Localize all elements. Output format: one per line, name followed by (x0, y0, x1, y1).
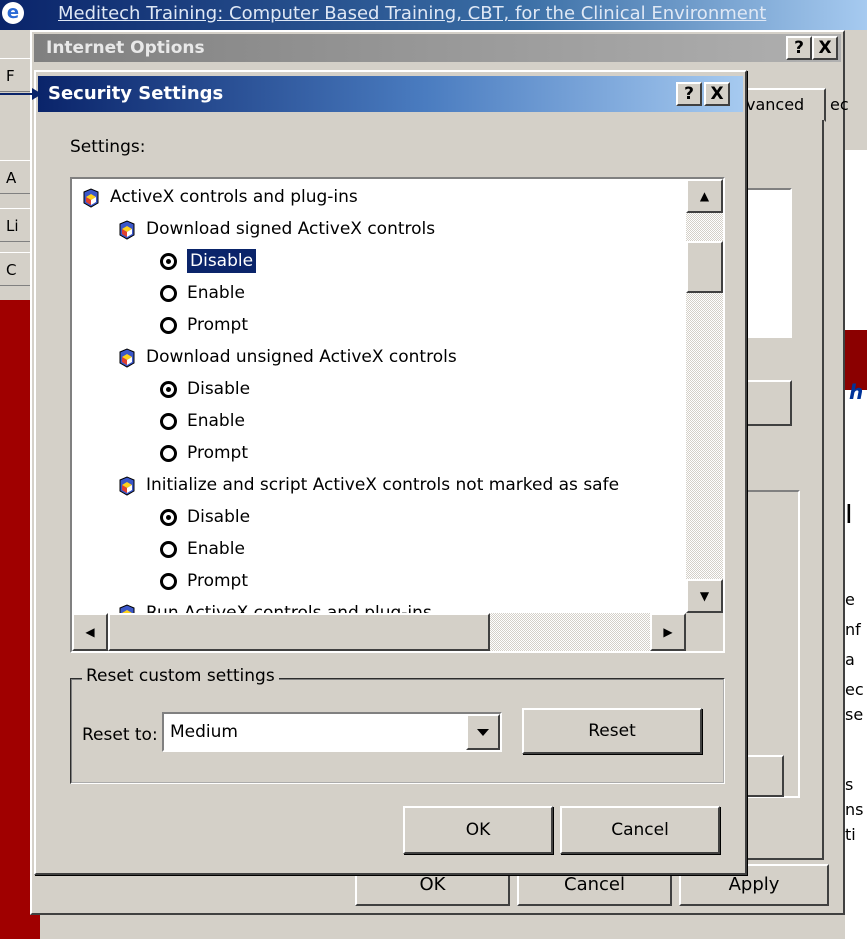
settings-item-label: Disable (187, 379, 251, 399)
radio-checked-icon[interactable] (160, 380, 177, 398)
settings-category-icon (118, 603, 136, 613)
page-text-fragment: ti (845, 825, 856, 844)
settings-item-label: Disable (185, 248, 258, 274)
internet-options-button[interactable] (742, 755, 784, 797)
page-text-fragment: ec (845, 680, 864, 699)
page-text-fragment: ns (845, 800, 864, 819)
annotation-arrowhead (32, 88, 42, 100)
page-text-fragment: a (845, 650, 855, 669)
internet-options-group (742, 490, 800, 798)
page-text-fragment: nf (845, 620, 861, 639)
security-settings-title-bar[interactable]: Security Settings (38, 76, 743, 112)
scroll-left-button[interactable]: ◀ (72, 613, 108, 651)
security-close-button[interactable]: X (704, 82, 730, 106)
settings-category[interactable]: Download signed ActiveX controls (118, 213, 435, 245)
settings-category[interactable]: Download unsigned ActiveX controls (118, 341, 457, 373)
reset-to-label: Reset to: (82, 725, 158, 745)
settings-category[interactable]: Initialize and script ActiveX controls n… (118, 469, 619, 501)
browser-title-bar: Meditech Training: Computer Based Traini… (0, 0, 867, 30)
settings-item-label: Prompt (187, 315, 248, 335)
settings-option[interactable]: Prompt (160, 437, 248, 469)
ok-button[interactable]: OK (403, 806, 553, 854)
settings-category[interactable]: Run ActiveX controls and plug-ins (118, 597, 432, 613)
reset-group-label: Reset custom settings (82, 666, 279, 686)
settings-item-label: Enable (187, 539, 245, 559)
cancel-button[interactable]: Cancel (560, 806, 720, 854)
reset-to-dropdown[interactable]: Medium (162, 712, 502, 752)
settings-category[interactable]: ActiveX controls and plug-ins (82, 181, 358, 213)
internet-explorer-icon: e (2, 2, 24, 24)
page-text-fragment: I (845, 500, 853, 530)
settings-item-label: Run ActiveX controls and plug-ins (146, 603, 432, 613)
settings-tree-content: ActiveX controls and plug-ins Download si… (72, 179, 688, 613)
internet-options-title: Internet Options (46, 38, 205, 58)
settings-option[interactable]: Prompt (160, 309, 248, 341)
chevron-down-icon (477, 729, 489, 736)
radio-unchecked-icon[interactable] (160, 572, 177, 590)
reset-to-value: Medium (170, 722, 238, 742)
settings-item-label: Disable (187, 507, 251, 527)
settings-option[interactable]: Enable (160, 277, 245, 309)
internet-options-list-box (742, 188, 792, 338)
internet-options-help-button[interactable]: ? (786, 36, 812, 60)
settings-category-icon (118, 475, 136, 496)
security-help-button[interactable]: ? (676, 82, 702, 106)
page-text-fragment: e (845, 590, 855, 609)
page-text-fragment: se (845, 705, 864, 724)
settings-option[interactable]: Disable (160, 373, 250, 405)
settings-item-label: Enable (187, 411, 245, 431)
settings-item-label: Download signed ActiveX controls (146, 219, 436, 239)
horizontal-scroll-thumb[interactable] (108, 613, 490, 651)
settings-category-icon (82, 187, 100, 208)
internet-options-close-button[interactable]: X (812, 36, 838, 60)
settings-item-label: ActiveX controls and plug-ins (110, 187, 358, 207)
browser-title: Meditech Training: Computer Based Traini… (58, 3, 767, 24)
settings-option[interactable]: Enable (160, 533, 245, 565)
page-right-content: ec I e nf a ec se s ns ti (845, 150, 867, 939)
settings-option[interactable]: Disable (160, 501, 250, 533)
horizontal-scrollbar[interactable]: ◀ ▶ (72, 613, 686, 651)
settings-item-label: Prompt (187, 443, 248, 463)
settings-option[interactable]: Enable (160, 405, 245, 437)
settings-item-label: Download unsigned ActiveX controls (146, 347, 457, 367)
settings-category-icon (118, 219, 136, 240)
settings-item-label: Prompt (187, 571, 248, 591)
internet-options-button[interactable] (742, 380, 792, 426)
security-settings-title: Security Settings (48, 83, 224, 104)
radio-checked-icon[interactable] (160, 252, 177, 270)
annotation-arrow (0, 93, 34, 95)
page-text-fragment: s (845, 775, 854, 794)
tab-advanced[interactable]: vanced (740, 88, 826, 122)
reset-button[interactable]: Reset (522, 708, 702, 754)
scroll-up-button[interactable]: ▲ (686, 179, 723, 213)
page-heading-fragment: h (849, 380, 864, 404)
tab-next[interactable]: ec (830, 90, 867, 120)
settings-option[interactable]: Disable (160, 245, 258, 277)
scrollbar-corner (686, 613, 723, 651)
vertical-scrollbar[interactable]: ▲ ▼ (686, 179, 723, 613)
scroll-thumb[interactable] (686, 241, 723, 293)
settings-item-label: Enable (187, 283, 245, 303)
settings-item-label: Initialize and script ActiveX controls n… (146, 475, 620, 495)
scroll-down-button[interactable]: ▼ (686, 579, 723, 613)
radio-unchecked-icon[interactable] (160, 444, 177, 462)
radio-unchecked-icon[interactable] (160, 316, 177, 334)
radio-unchecked-icon[interactable] (160, 284, 177, 302)
dropdown-button[interactable] (466, 714, 500, 750)
settings-category-icon (118, 347, 136, 368)
settings-option[interactable]: Prompt (160, 565, 248, 597)
settings-tree[interactable]: ActiveX controls and plug-ins Download si… (70, 177, 725, 653)
radio-checked-icon[interactable] (160, 508, 177, 526)
scroll-right-button[interactable]: ▶ (650, 613, 686, 651)
radio-unchecked-icon[interactable] (160, 412, 177, 430)
internet-options-title-bar[interactable]: Internet Options (34, 34, 841, 62)
settings-label: Settings: (70, 137, 146, 157)
radio-unchecked-icon[interactable] (160, 540, 177, 558)
